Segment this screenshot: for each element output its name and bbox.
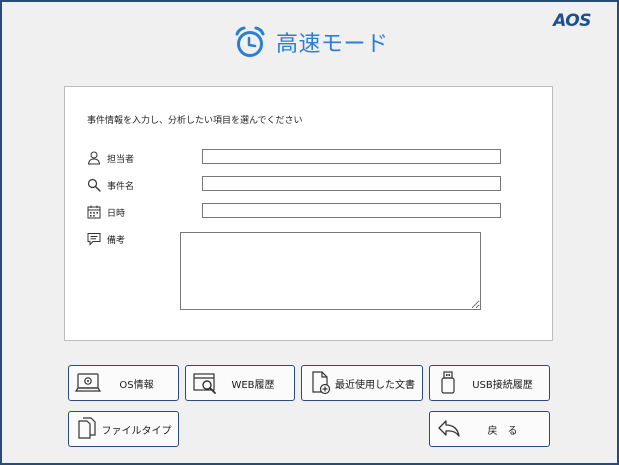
web-history-label: WEB履歴 bbox=[231, 379, 275, 391]
document-add-icon bbox=[312, 371, 331, 395]
back-button[interactable]: 戻 る bbox=[429, 411, 550, 447]
calendar-icon bbox=[87, 205, 101, 219]
person-icon bbox=[87, 151, 101, 165]
datetime-label: 日時 bbox=[107, 209, 126, 219]
back-label: 戻 る bbox=[487, 425, 518, 437]
file-type-label: ファイルタイプ bbox=[101, 425, 172, 437]
notes-label: 備考 bbox=[107, 236, 126, 246]
case-name-input[interactable] bbox=[202, 176, 501, 191]
file-type-button[interactable]: ファイルタイプ bbox=[68, 411, 179, 447]
assignee-label: 担当者 bbox=[107, 155, 135, 165]
assignee-input[interactable] bbox=[202, 149, 501, 164]
web-history-button[interactable]: WEB履歴 bbox=[185, 365, 295, 401]
os-info-label: OS情報 bbox=[119, 379, 154, 391]
usb-history-label: USB接続履歴 bbox=[472, 379, 533, 391]
header: 高速モード AOS bbox=[2, 2, 617, 82]
files-icon bbox=[78, 417, 96, 439]
form-panel: 事件情報を入力し、分析したい項目を選んでください 担当者 事件名 日時 備考 bbox=[64, 86, 553, 341]
app-title: 高速モード bbox=[276, 32, 389, 57]
notes-textarea[interactable] bbox=[180, 232, 481, 310]
brand-logo: AOS bbox=[553, 11, 591, 31]
browser-search-icon bbox=[193, 373, 216, 394]
os-info-button[interactable]: OS情報 bbox=[68, 365, 179, 401]
usb-history-button[interactable]: USB接続履歴 bbox=[429, 365, 550, 401]
search-icon bbox=[87, 178, 101, 192]
case-name-label: 事件名 bbox=[107, 182, 135, 192]
gear-monitor-icon bbox=[75, 373, 101, 392]
recent-documents-button[interactable]: 最近使用した文書 bbox=[301, 365, 423, 401]
app-window: 高速モード AOS 事件情報を入力し、分析したい項目を選んでください 担当者 事… bbox=[0, 0, 619, 465]
usb-drive-icon bbox=[441, 371, 455, 394]
alarm-clock-icon bbox=[235, 26, 265, 57]
recent-documents-label: 最近使用した文書 bbox=[335, 379, 415, 391]
datetime-input[interactable] bbox=[202, 203, 501, 218]
comment-icon bbox=[87, 233, 101, 246]
back-arrow-icon bbox=[438, 420, 460, 437]
form-instruction: 事件情報を入力し、分析したい項目を選んでください bbox=[87, 116, 303, 126]
title-group: 高速モード bbox=[233, 24, 389, 60]
